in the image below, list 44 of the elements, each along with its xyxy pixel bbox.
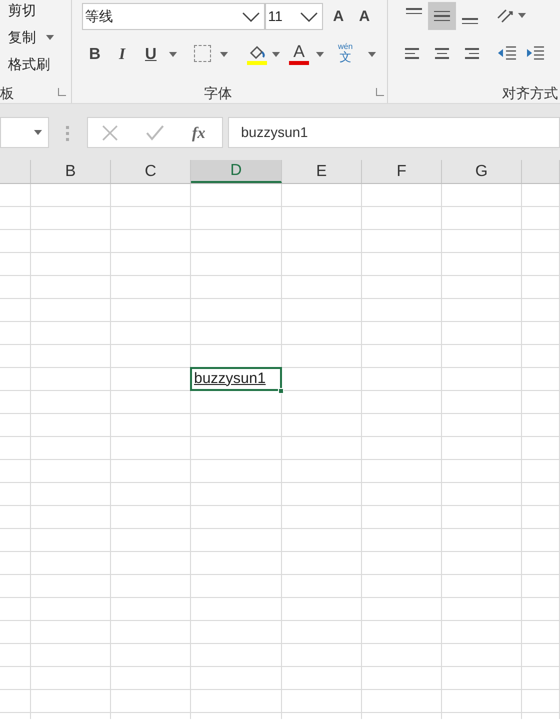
column-header[interactable]: E	[282, 160, 362, 183]
insert-function-button[interactable]: fx	[192, 122, 206, 146]
vertical-align-button[interactable]	[428, 2, 456, 30]
column-header[interactable]: B	[31, 160, 111, 183]
active-cell[interactable]: buzzysun1	[190, 367, 282, 391]
align-center-icon[interactable]	[433, 48, 451, 58]
decrease-indent-icon[interactable]	[497, 44, 517, 62]
chevron-icon[interactable]	[242, 12, 260, 22]
grip-icon[interactable]	[66, 126, 69, 141]
caret-icon[interactable]	[368, 52, 376, 57]
font-name: 等线	[85, 7, 113, 26]
caret-icon[interactable]	[46, 34, 54, 40]
bold-button[interactable]: B	[89, 43, 101, 67]
font-color-button[interactable]: A	[288, 42, 310, 66]
phonetic-button[interactable]: wén 文	[338, 43, 353, 63]
clipboard-command[interactable]: 复制	[8, 27, 54, 47]
increase-indent-icon[interactable]	[525, 44, 545, 62]
font-size: 11	[268, 7, 283, 26]
column-header[interactable]: D	[191, 160, 282, 183]
dialog-launcher-icon[interactable]	[58, 88, 66, 96]
check-icon[interactable]	[146, 125, 164, 141]
font-name-field[interactable]: 等线	[82, 3, 265, 30]
formula-input[interactable]: buzzysun1	[228, 117, 560, 148]
group-label: 板	[0, 84, 14, 103]
caret-icon[interactable]	[220, 52, 228, 57]
caret-icon[interactable]	[518, 13, 526, 18]
fill-handle[interactable]	[278, 388, 284, 394]
caret-icon[interactable]	[272, 52, 280, 57]
underline-button[interactable]: U	[145, 43, 157, 67]
group-label: 字体	[204, 84, 232, 103]
italic-button[interactable]: I	[119, 43, 126, 67]
caret-icon[interactable]	[316, 52, 324, 57]
chevron-icon[interactable]	[300, 12, 318, 22]
clipboard-command[interactable]: 剪切	[8, 0, 54, 20]
column-header[interactable]: G	[442, 160, 522, 183]
grow-font-button[interactable]: A	[333, 6, 344, 28]
group-label: 对齐方式	[502, 84, 558, 103]
font-size-field[interactable]: 11	[265, 3, 323, 30]
shrink-font-button[interactable]: A	[359, 6, 370, 28]
clipboard-command[interactable]: 格式刷	[8, 54, 54, 74]
caret-icon[interactable]	[169, 52, 177, 57]
borders-icon[interactable]	[194, 45, 211, 62]
dialog-launcher-icon[interactable]	[376, 88, 384, 96]
column-header[interactable]: F	[362, 160, 442, 183]
